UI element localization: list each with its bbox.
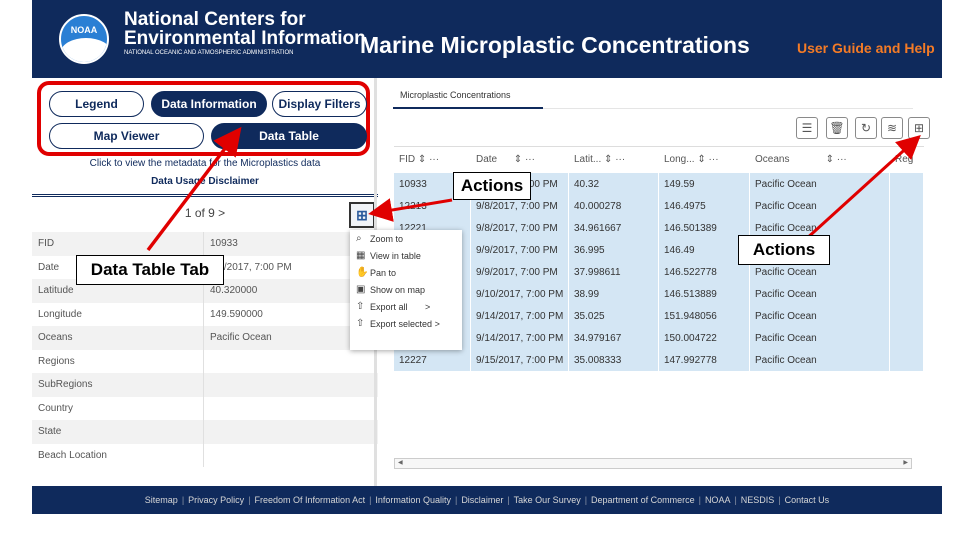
arrow-actions-left	[368, 198, 453, 222]
arrow-data-table-tab	[146, 126, 242, 252]
callout-data-table-tab: Data Table Tab	[76, 255, 224, 285]
arrow-actions-right	[803, 134, 921, 242]
screen: NOAA National Centers for Environmental …	[0, 0, 960, 540]
callout-actions-left: Actions	[453, 172, 531, 200]
callout-actions-right: Actions	[738, 235, 830, 265]
